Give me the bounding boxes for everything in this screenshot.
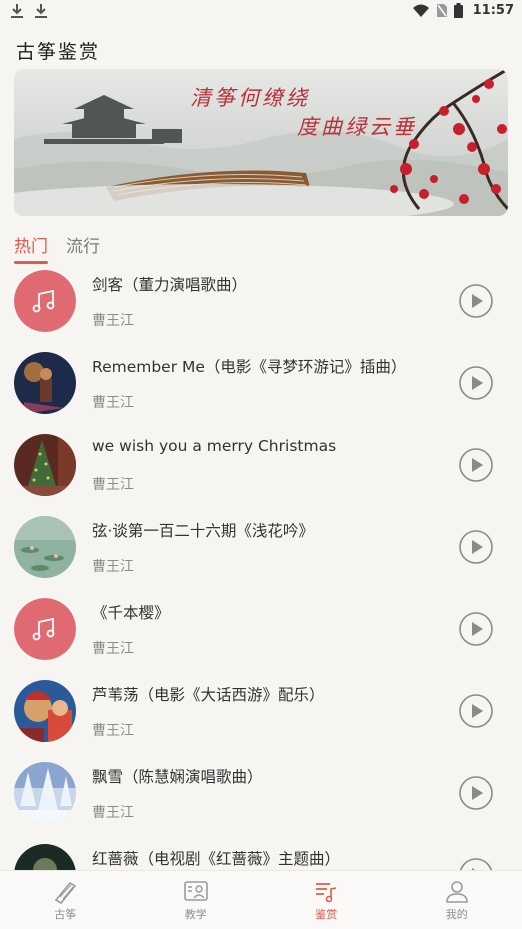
nav-item-guzheng[interactable]: 古筝: [0, 871, 131, 929]
song-title: Remember Me（电影《寻梦环游记》插曲）: [92, 355, 406, 377]
song-cover: [14, 270, 76, 332]
play-button[interactable]: [458, 447, 494, 483]
song-cover: [14, 762, 76, 824]
song-artist: 曹王江: [92, 310, 134, 330]
song-cover: [14, 844, 76, 870]
song-item[interactable]: 红蔷薇（电视剧《红蔷薇》主题曲）: [0, 832, 522, 870]
song-title: 《千本樱》: [92, 601, 170, 623]
song-title: we wish you a merry Christmas: [92, 437, 336, 455]
play-icon: [458, 693, 494, 729]
song-title: 剑客（董力演唱歌曲）: [92, 273, 247, 295]
download-icon: [10, 3, 24, 19]
status-time: 11:57: [473, 3, 514, 18]
song-item[interactable]: 芦苇荡（电影《大话西游》配乐） 曹王江: [0, 668, 522, 750]
song-item[interactable]: 飘雪（陈慧娴演唱歌曲） 曹王江: [0, 750, 522, 832]
play-button[interactable]: [458, 283, 494, 319]
play-button[interactable]: [458, 529, 494, 565]
profile-icon: [444, 880, 470, 904]
nav-label: 我的: [446, 906, 468, 922]
song-cover: [14, 680, 76, 742]
bottom-nav: 古筝 教学 鉴赏 我的: [0, 870, 522, 929]
nav-label: 鉴赏: [315, 906, 337, 922]
nav-label: 古筝: [54, 906, 76, 922]
song-artist: 曹王江: [92, 392, 134, 412]
song-artist: 曹王江: [92, 720, 134, 740]
song-item[interactable]: 《千本樱》 曹王江: [0, 586, 522, 668]
nav-item-profile[interactable]: 我的: [392, 871, 522, 929]
play-button[interactable]: [458, 775, 494, 811]
appreciation-icon: [313, 880, 339, 904]
song-title: 飘雪（陈慧娴演唱歌曲）: [92, 765, 263, 787]
song-title: 弦·谈第一百二十六期《浅花吟》: [92, 519, 314, 541]
song-title: 红蔷薇（电视剧《红蔷薇》主题曲）: [92, 847, 340, 869]
banner-text-line1: 清筝何缭绕: [190, 82, 310, 112]
status-bar: 11:57: [0, 0, 522, 24]
page-title: 古筝鉴赏: [16, 37, 100, 64]
guzheng-icon: [52, 880, 78, 904]
song-item[interactable]: 剑客（董力演唱歌曲） 曹王江: [0, 258, 522, 340]
song-item[interactable]: Remember Me（电影《寻梦环游记》插曲） 曹王江: [0, 340, 522, 422]
no-sim-icon: [436, 3, 448, 18]
play-button[interactable]: [458, 611, 494, 647]
play-button[interactable]: [458, 693, 494, 729]
banner[interactable]: 清筝何缭绕 度曲绿云垂: [14, 69, 508, 216]
song-cover: [14, 516, 76, 578]
play-icon: [458, 447, 494, 483]
banner-text-line2: 度曲绿云垂: [297, 111, 417, 141]
song-artist: 曹王江: [92, 556, 134, 576]
wifi-icon: [412, 4, 430, 18]
song-artist: 曹王江: [92, 638, 134, 658]
song-artist: 曹王江: [92, 802, 134, 822]
play-button[interactable]: [458, 857, 494, 870]
nav-label: 教学: [185, 906, 207, 922]
song-list: 剑客（董力演唱歌曲） 曹王江 Remember Me（电影《寻梦环游记》插曲） …: [0, 258, 522, 870]
song-cover: [14, 434, 76, 496]
song-title: 芦苇荡（电影《大话西游》配乐）: [92, 683, 325, 705]
play-button[interactable]: [458, 365, 494, 401]
nav-item-teaching[interactable]: 教学: [131, 871, 262, 929]
nav-item-appreciation[interactable]: 鉴赏: [261, 871, 392, 929]
play-icon: [458, 775, 494, 811]
song-cover: [14, 352, 76, 414]
song-cover: [14, 598, 76, 660]
play-icon: [458, 283, 494, 319]
play-icon: [458, 857, 494, 870]
download-icon: [34, 3, 48, 19]
play-icon: [458, 365, 494, 401]
teaching-icon: [183, 880, 209, 904]
play-icon: [458, 529, 494, 565]
song-item[interactable]: we wish you a merry Christmas 曹王江: [0, 422, 522, 504]
song-artist: 曹王江: [92, 474, 134, 494]
song-item[interactable]: 弦·谈第一百二十六期《浅花吟》 曹王江: [0, 504, 522, 586]
battery-icon: [454, 3, 463, 18]
play-icon: [458, 611, 494, 647]
